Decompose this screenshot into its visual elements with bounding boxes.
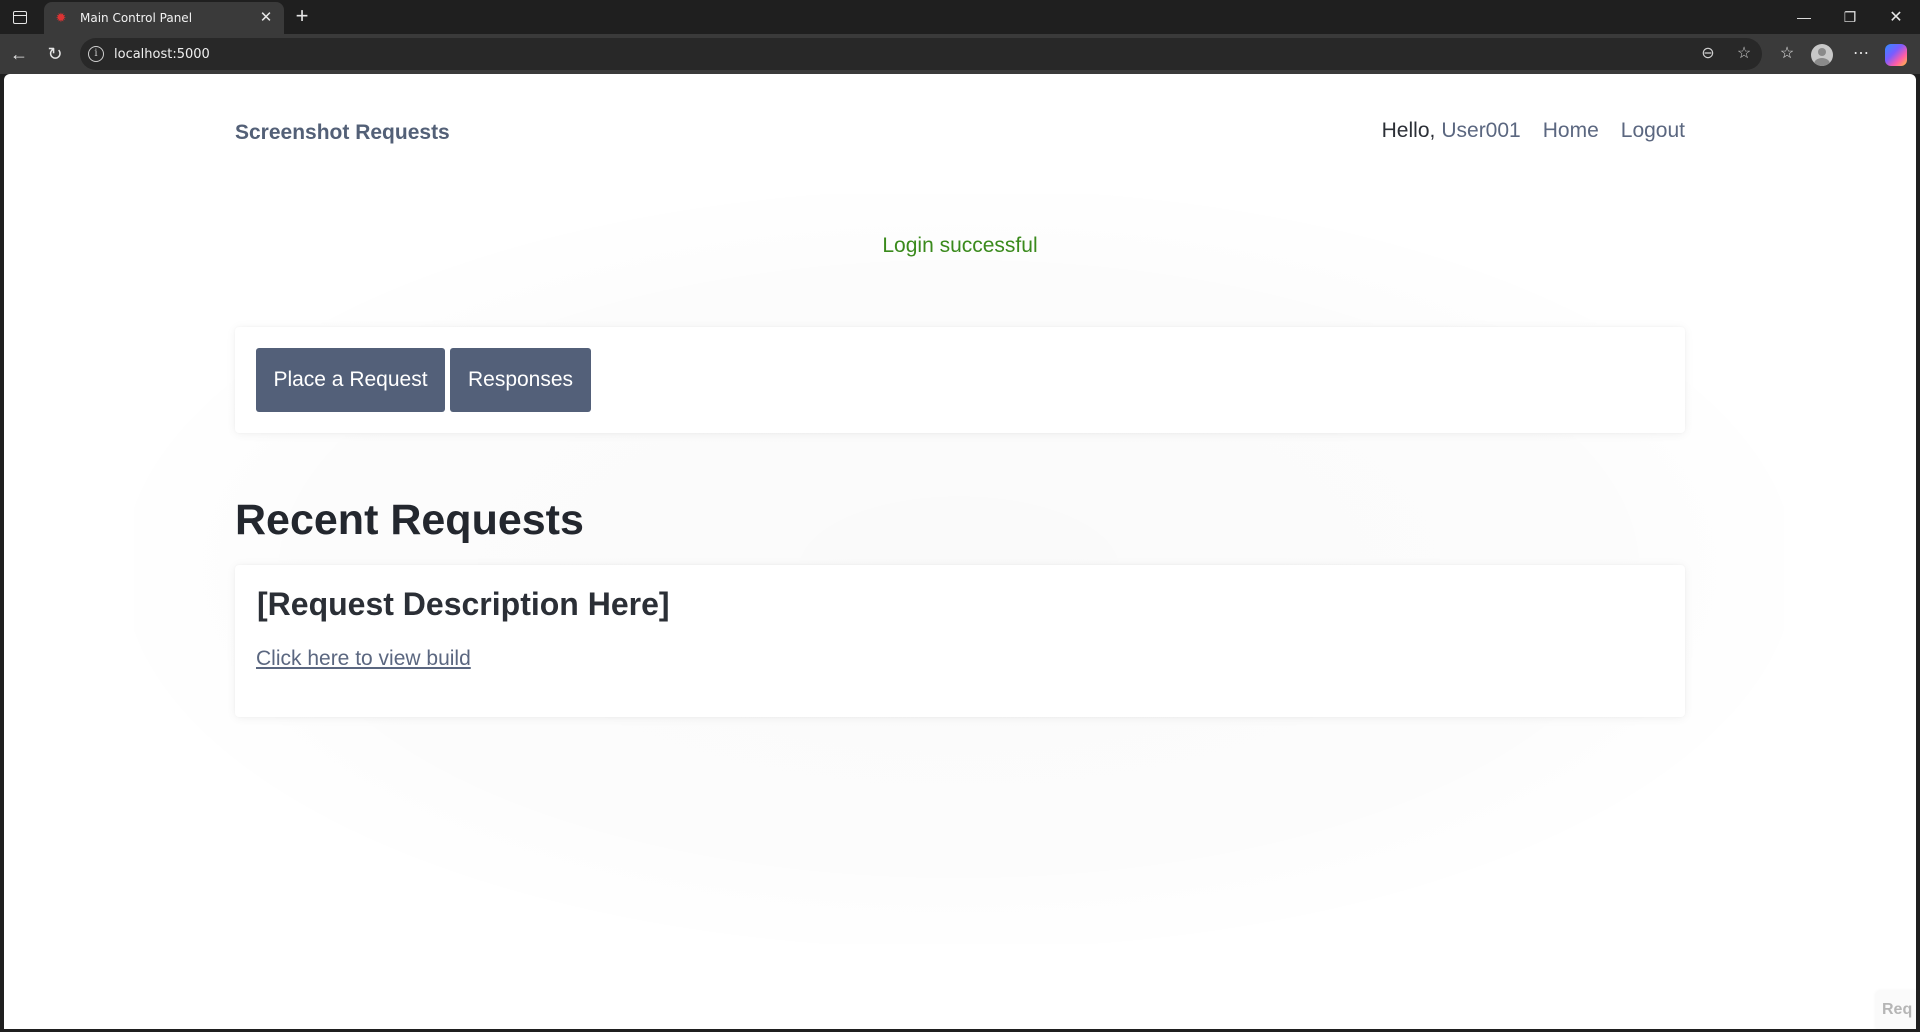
- browser-toolbar: ← ↻ i localhost:5000 ⊖ ☆ ☆ ⋯: [0, 34, 1920, 74]
- back-arrow-icon[interactable]: ←: [6, 41, 32, 67]
- greeting-text: Hello,: [1381, 119, 1436, 142]
- more-options-icon[interactable]: ⋯: [1847, 41, 1875, 67]
- request-card: [Request Description Here] Click here to…: [235, 565, 1685, 717]
- corner-badge[interactable]: Req: [1876, 991, 1916, 1029]
- place-request-button[interactable]: Place a Request: [256, 348, 445, 412]
- favorites-list-icon[interactable]: ☆: [1773, 41, 1801, 67]
- favorite-star-icon[interactable]: ☆: [1726, 41, 1762, 67]
- address-bar[interactable]: i localhost:5000 ⊖ ☆: [80, 38, 1762, 70]
- window-close-icon[interactable]: ✕: [1874, 0, 1918, 34]
- site-brand[interactable]: Screenshot Requests: [235, 121, 450, 145]
- browser-tab-bar: ✹ Main Control Panel ✕ + — ❐ ✕: [0, 0, 1920, 34]
- page-viewport: Screenshot Requests Hello, User001 Home …: [4, 74, 1916, 1029]
- url-text[interactable]: localhost:5000: [114, 47, 1690, 62]
- info-icon[interactable]: i: [88, 46, 104, 62]
- restore-icon[interactable]: ❐: [1828, 0, 1872, 34]
- top-navigation: Hello, User001 Home Logout: [1382, 119, 1685, 143]
- recent-requests-heading: Recent Requests: [235, 496, 584, 544]
- nav-home-link[interactable]: Home: [1543, 119, 1599, 143]
- nav-logout-link[interactable]: Logout: [1621, 119, 1685, 143]
- responses-button[interactable]: Responses: [450, 348, 591, 412]
- flash-message: Login successful: [882, 234, 1038, 257]
- reader-mode-icon[interactable]: ⊖: [1690, 41, 1726, 67]
- copilot-icon[interactable]: [1885, 44, 1907, 66]
- request-description: [Request Description Here]: [257, 586, 670, 622]
- refresh-icon[interactable]: ↻: [42, 41, 68, 67]
- tab-actions-icon[interactable]: [8, 6, 32, 28]
- close-icon[interactable]: ✕: [256, 8, 276, 28]
- minimize-icon[interactable]: —: [1782, 0, 1826, 34]
- gear-icon: ✹: [55, 10, 67, 25]
- browser-tab[interactable]: ✹ Main Control Panel ✕: [44, 2, 284, 34]
- profile-avatar-icon[interactable]: [1811, 44, 1833, 66]
- view-build-link[interactable]: Click here to view build: [256, 647, 471, 671]
- plus-icon[interactable]: +: [290, 5, 314, 29]
- tab-title: Main Control Panel: [80, 11, 193, 25]
- actions-card: Place a Request Responses: [235, 327, 1685, 433]
- username-link[interactable]: User001: [1441, 119, 1520, 143]
